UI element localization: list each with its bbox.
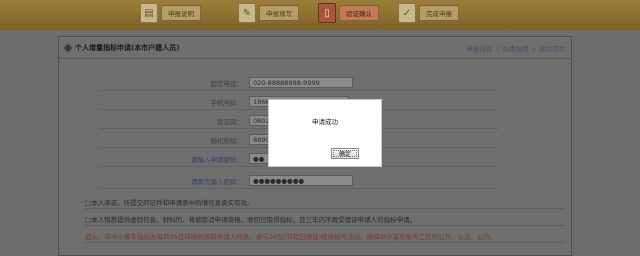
landline-input[interactable]: 020-88888888-9999	[249, 77, 353, 88]
step-label: 完成申报	[419, 5, 459, 21]
acknowledgement-checkbox-row[interactable]: □本人知悉提供虚假信息、材料的，将被取消申请资格，收回已取得指标，且三年内不再受…	[85, 212, 565, 226]
pencil-icon: ✎	[238, 3, 256, 23]
checkmark-icon: ✓	[398, 3, 416, 23]
panel-header: 个人增量指标申请(本市户籍人员) 申报流程 | 办事指南 | 返回首页	[59, 37, 571, 59]
step-label: 申报填写	[259, 5, 299, 21]
field-label: 验证码：	[217, 117, 243, 126]
dialog-message: 申请成功	[312, 118, 338, 126]
form-row-confirm-password: 请再次输入密码： ●●●●●●●●●	[99, 173, 499, 189]
step-verify: ▯ 验证确认	[318, 2, 379, 24]
declaration-checkbox-row[interactable]: □本人承诺，所提交的证件和申请表中所填信息真实有效。	[85, 195, 565, 209]
link-guide[interactable]: 办事指南	[503, 45, 529, 53]
panel-title: 个人增量指标申请(本市户籍人员)	[63, 43, 180, 53]
link-home[interactable]: 返回首页	[539, 45, 565, 53]
ok-button[interactable]: 确定	[331, 148, 359, 159]
tip-text: 提示：市中小客车指标办每月26日将随机摇取申请人代表，参与26日(节假日顺延)现…	[85, 229, 565, 243]
phone-icon: ▯	[318, 3, 336, 23]
form-row-landline: 固定电话： 020-88888888-9999	[99, 75, 499, 91]
header-links: 申报流程 | 办事指南 | 返回首页	[464, 43, 565, 53]
field-label: 固定电话：	[210, 79, 244, 88]
link-separator: |	[496, 44, 499, 53]
field-label: 随机密码：	[210, 136, 244, 145]
step-fill-form: ✎ 申报填写	[238, 2, 299, 24]
step-complete: ✓ 完成申报	[398, 2, 459, 24]
field-label: 请输入申请密码：	[191, 155, 243, 164]
success-dialog: 申请成功 确定	[268, 99, 382, 167]
progress-steps-bar: ▤ 申报说明 ✎ 申报填写 ▯ 验证确认 ✓ 完成申报	[0, 0, 640, 30]
diamond-bullet-icon	[63, 43, 73, 52]
field-label: 手机号码：	[210, 98, 244, 107]
panel-title-text: 个人增量指标申请(本市户籍人员)	[75, 43, 180, 52]
link-separator: |	[532, 44, 535, 53]
document-icon: ▤	[140, 3, 158, 23]
step-label: 验证确认	[339, 5, 379, 21]
link-process[interactable]: 申报流程	[466, 45, 492, 53]
confirm-password-input[interactable]: ●●●●●●●●●	[249, 175, 353, 186]
field-label: 请再次输入密码：	[191, 177, 243, 186]
step-instructions: ▤ 申报说明	[140, 2, 201, 24]
step-label: 申报说明	[161, 5, 201, 21]
